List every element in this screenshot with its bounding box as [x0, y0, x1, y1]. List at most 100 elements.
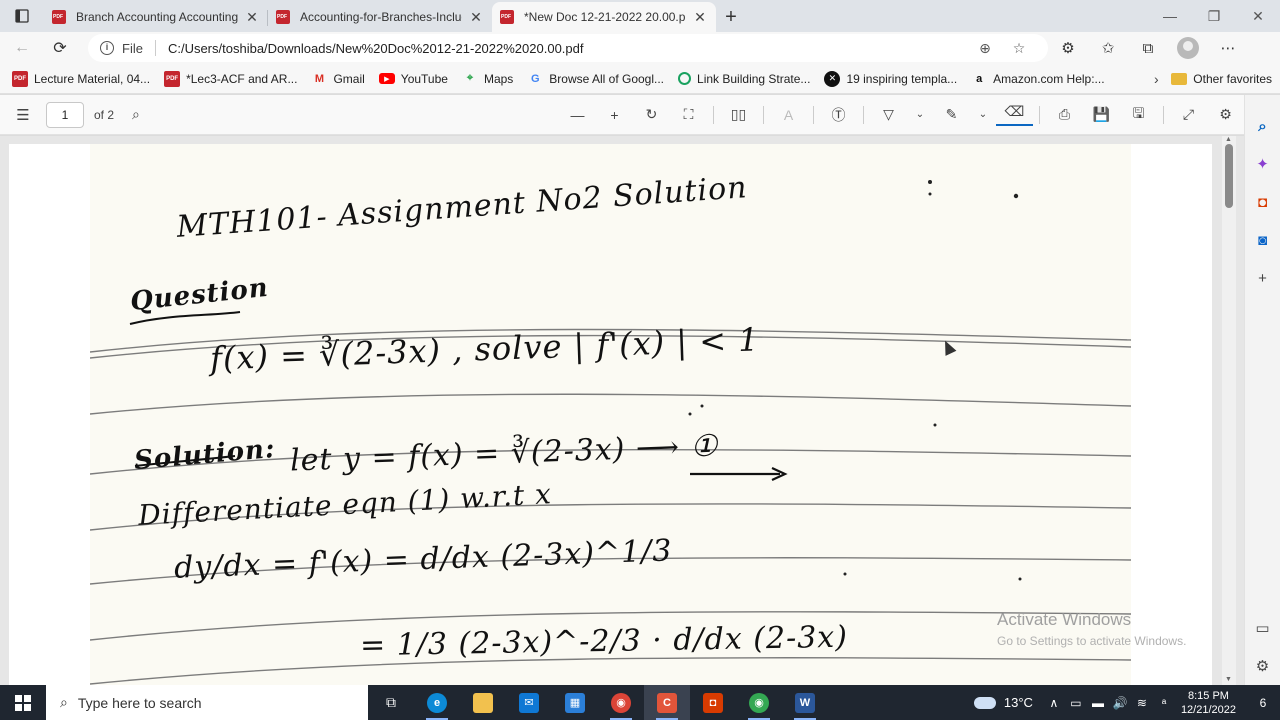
zoom-icon[interactable]: ⊕ — [968, 40, 1002, 57]
new-tab-button[interactable]: + — [716, 2, 746, 32]
task-view-icon[interactable]: ⧉ — [368, 685, 414, 720]
favorite-google[interactable]: G Browse All of Googl... — [527, 71, 664, 87]
chevron-right-icon[interactable]: › — [1141, 71, 1171, 87]
favorite-gmail[interactable]: M Gmail — [311, 71, 365, 87]
settings-icon[interactable]: ⚙ — [1207, 106, 1244, 123]
notebook-photo: MTH101- Assignment No2 Solution Question… — [90, 144, 1131, 685]
more-menu-icon[interactable]: ⋯ — [1208, 39, 1248, 57]
chevron-up-icon[interactable]: ∧ — [1043, 696, 1065, 710]
other-favorites[interactable]: Other favorites — [1171, 72, 1280, 86]
refresh-icon[interactable]: ⟳ — [44, 34, 76, 62]
word-icon[interactable]: W — [782, 685, 828, 720]
tab-branch-accounting[interactable]: Branch Accounting Accounting a ✕ — [44, 2, 268, 32]
add-icon[interactable]: + — [1258, 259, 1267, 297]
pdf-document-area[interactable]: MTH101- Assignment No2 Solution Question… — [0, 136, 1244, 685]
notification-icon[interactable]: 6 — [1246, 685, 1280, 720]
page-count: of 2 — [94, 107, 115, 122]
search-icon[interactable]: ⌕ — [132, 106, 140, 123]
youtube-icon: ▶ — [378, 73, 395, 84]
chevron-down-icon[interactable]: ⌄ — [907, 109, 933, 120]
chrome-icon[interactable]: ◉ — [736, 685, 782, 720]
store-icon[interactable]: ▦ — [552, 685, 598, 720]
collections-icon[interactable]: ⧉ — [1128, 40, 1168, 57]
vertical-scrollbar[interactable]: ▲ ▼ — [1222, 136, 1236, 685]
device-icon[interactable]: ▭ — [1065, 696, 1087, 710]
volume-icon[interactable]: 🔊 — [1109, 696, 1131, 710]
profile-avatar[interactable] — [1177, 37, 1199, 59]
save-as-icon[interactable]: 🖫 — [1120, 103, 1157, 127]
back-icon[interactable]: ← — [6, 34, 38, 62]
scroll-up-icon[interactable]: ▲ — [1225, 136, 1232, 143]
url-text[interactable]: C:/Users/toshiba/Downloads/New%20Doc%201… — [168, 41, 968, 56]
battery-icon[interactable]: ▬ — [1087, 696, 1109, 710]
tab-accounting-for-branches[interactable]: Accounting-for-Branches-Includi ✕ — [268, 2, 492, 32]
page-number-input[interactable]: 1 — [46, 101, 84, 128]
google-icon: G — [531, 72, 540, 85]
office-icon[interactable]: ◘ — [1258, 183, 1267, 221]
file-explorer-icon[interactable] — [460, 685, 506, 720]
favorites-icon[interactable]: ✩ — [1088, 39, 1128, 57]
read-aloud-icon[interactable]: A — [770, 107, 807, 123]
extensions-icon[interactable]: ⚙ — [1048, 39, 1088, 57]
draw-icon[interactable]: ▽ — [870, 106, 907, 123]
copilot-icon[interactable]: ✦ — [1256, 145, 1269, 183]
taskbar-search[interactable]: ⌕ Type here to search — [46, 685, 368, 720]
rotate-icon[interactable]: ↻ — [633, 106, 670, 123]
eraser-icon[interactable]: ⌫ — [996, 103, 1033, 126]
favorite-lec3[interactable]: PDF *Lec3-ACF and AR... — [164, 70, 297, 87]
weather-widget[interactable]: 13°C — [973, 695, 1033, 710]
scrollbar-thumb[interactable] — [1225, 144, 1233, 208]
favorite-link-building[interactable]: Link Building Strate... — [678, 72, 810, 86]
pdf-icon — [276, 10, 290, 24]
restore-icon[interactable]: ❐ — [1192, 0, 1236, 32]
address-bar[interactable]: i File C:/Users/toshiba/Downloads/New%20… — [88, 34, 1048, 62]
pdf-icon: PDF — [164, 70, 181, 87]
add-text-icon[interactable]: Ⓣ — [820, 105, 857, 125]
outlook-icon[interactable]: ◙ — [1258, 221, 1267, 259]
search-icon[interactable]: ⌕ — [1258, 107, 1266, 145]
notification-count: 6 — [1259, 695, 1267, 710]
info-icon[interactable]: i — [100, 41, 114, 55]
close-icon[interactable]: ✕ — [468, 9, 484, 25]
tab-strip: Branch Accounting Accounting a ✕ Account… — [0, 0, 1280, 32]
favorite-inspiring-templates[interactable]: ✕ 19 inspiring templa... — [824, 70, 957, 87]
chevron-down-icon[interactable]: ⌄ — [970, 109, 996, 120]
split-screen-icon[interactable]: ▭ — [1255, 609, 1269, 647]
highlight-icon[interactable]: ✎ — [933, 106, 970, 123]
add-favorite-icon[interactable]: ☆ — [1002, 40, 1036, 57]
language-icon[interactable]: ᵃ — [1153, 696, 1175, 710]
close-icon[interactable]: ✕ — [244, 9, 260, 25]
windows-start-icon[interactable] — [0, 685, 46, 720]
fullscreen-icon[interactable]: ⤢ — [1170, 106, 1207, 123]
favorite-amazon[interactable]: a Amazon.com Help:... — [971, 71, 1104, 87]
favorite-youtube[interactable]: ▶ YouTube — [378, 72, 448, 86]
close-icon[interactable]: ✕ — [692, 9, 708, 25]
edge-taskbar-icon[interactable]: e — [414, 685, 460, 720]
clock-date: 12/21/2022 — [1180, 703, 1236, 716]
zoom-in-icon[interactable]: + — [596, 107, 633, 123]
fit-page-icon[interactable]: ⛶ — [670, 106, 707, 123]
minimize-icon[interactable]: — — [1148, 0, 1192, 32]
tab-new-doc[interactable]: *New Doc 12-21-2022 20.00.pdf ✕ — [492, 2, 716, 32]
print-icon[interactable]: ⎙ — [1046, 106, 1083, 123]
screen-recorder-icon[interactable]: C — [644, 685, 690, 720]
pdf-tools: — + ↻ ⛶ ▯▯ A Ⓣ ▽ ⌄ ✎ ⌄ ⌫ ⎙ 💾 🖫 ⤢ ⚙ — [559, 103, 1244, 127]
favorite-maps[interactable]: ⌖ Maps — [462, 71, 513, 87]
chrome-profile-icon[interactable]: ◉ — [598, 685, 644, 720]
clock[interactable]: 8:15 PM 12/21/2022 — [1181, 689, 1236, 717]
table-of-contents-icon[interactable]: ☰ — [0, 106, 46, 124]
office-taskbar-icon[interactable]: ◘ — [690, 685, 736, 720]
x-icon: ✕ — [824, 70, 841, 87]
window-close-icon[interactable]: ✕ — [1236, 0, 1280, 32]
pdf-icon — [500, 10, 514, 24]
tab-title: *New Doc 12-21-2022 20.00.pdf — [524, 10, 686, 24]
save-icon[interactable]: 💾 — [1083, 106, 1120, 123]
mail-icon[interactable]: ✉ — [506, 685, 552, 720]
sidebar-settings-icon[interactable]: ⚙ — [1256, 647, 1269, 685]
page-view-icon[interactable]: ▯▯ — [720, 106, 757, 123]
favorite-lecture-material[interactable]: PDF Lecture Material, 04... — [12, 70, 150, 87]
zoom-out-icon[interactable]: — — [559, 107, 596, 123]
tab-actions-icon[interactable] — [0, 0, 44, 32]
scroll-down-icon[interactable]: ▼ — [1225, 676, 1232, 683]
wifi-icon[interactable]: ≋ — [1131, 696, 1153, 710]
